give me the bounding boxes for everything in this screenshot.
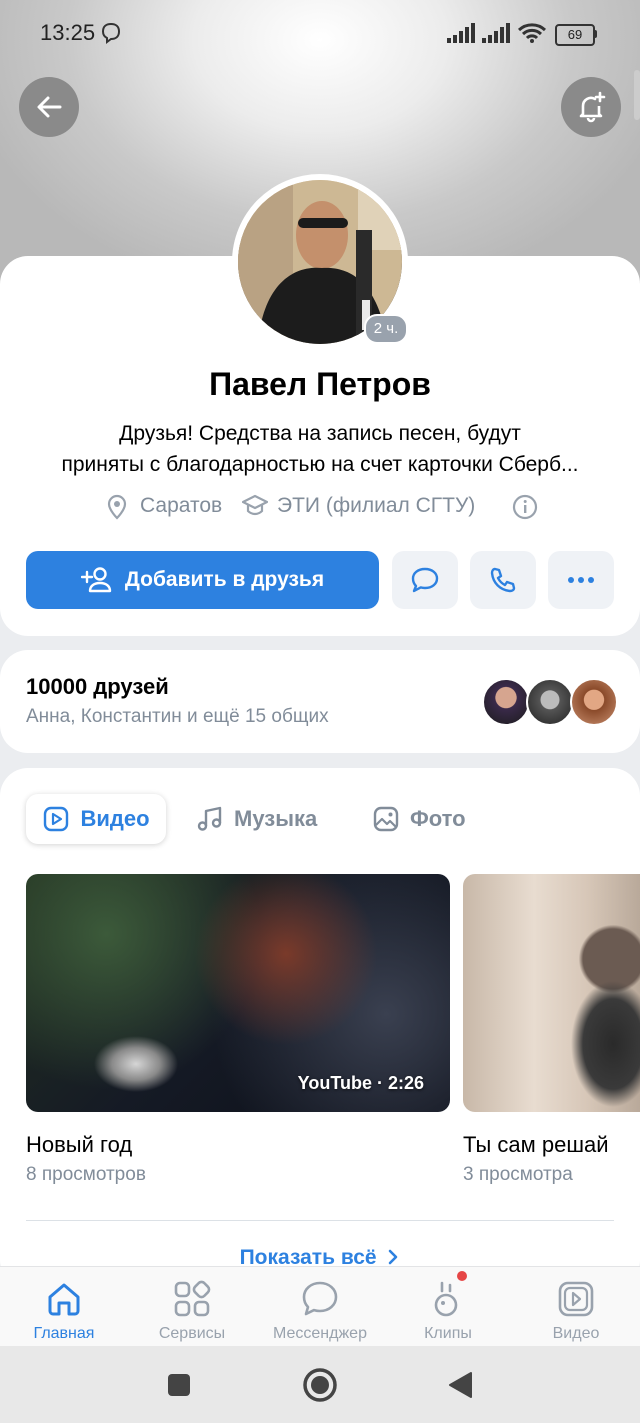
scrollbar[interactable] [634, 70, 640, 120]
nav-item-home[interactable]: Главная [0, 1267, 128, 1347]
message-button[interactable] [392, 551, 458, 609]
tab-video[interactable]: Видео [26, 794, 166, 844]
divider [26, 1220, 614, 1221]
friends-card[interactable]: 10000 друзей Анна, Константин и ещё 15 о… [0, 650, 640, 753]
more-button[interactable] [548, 551, 614, 609]
back-triangle-icon[interactable] [446, 1370, 474, 1400]
viber-icon [101, 22, 121, 44]
status-time: 13:25 [40, 20, 96, 45]
info-icon[interactable] [512, 494, 538, 520]
message-icon [411, 567, 439, 593]
photo-icon [373, 806, 399, 832]
clips-icon [434, 1281, 458, 1317]
video-views: 3 просмотра [463, 1164, 573, 1185]
common-friends: Анна, Константин и ещё 15 общих [26, 706, 329, 727]
nav-label: Мессенджер [273, 1325, 367, 1342]
tab-video-label: Видео [80, 806, 150, 831]
graduation-cap-icon [242, 494, 268, 516]
tab-music-label: Музыка [234, 806, 318, 831]
profile-info-row[interactable]: Саратов ЭТИ (филиал СГТУ) [0, 492, 640, 522]
tab-music[interactable]: Музыка [196, 794, 317, 844]
chevron-right-icon [389, 1249, 398, 1265]
add-user-icon [80, 567, 112, 593]
video-title[interactable]: Ты сам решай [463, 1132, 609, 1158]
friends-count: 10000 друзей [26, 674, 169, 699]
video-views: 8 просмотров [26, 1164, 146, 1185]
profile-status-line1: Друзья! Средства на запись песен, будут [119, 422, 521, 445]
bottom-navigation: Главная Сервисы Мессенджер Клипы Видео [0, 1266, 640, 1347]
video-source-duration: YouTube · 2:26 [297, 1073, 424, 1093]
video-nav-icon [558, 1281, 594, 1317]
video-icon [44, 806, 69, 832]
home-circle-icon[interactable] [302, 1367, 338, 1403]
battery-tip [594, 30, 597, 38]
profile-city: Саратов [140, 494, 223, 517]
wifi-icon [517, 23, 547, 43]
nav-item-messenger[interactable]: Мессенджер [256, 1267, 384, 1347]
subscribe-notifications-button[interactable] [561, 77, 621, 137]
nav-label: Главная [33, 1325, 95, 1342]
bell-plus-icon [579, 91, 606, 123]
back-button[interactable] [19, 77, 79, 137]
services-icon [174, 1280, 211, 1317]
nav-item-services[interactable]: Сервисы [128, 1267, 256, 1347]
friend-avatar [526, 678, 574, 726]
arrow-left-icon [37, 96, 62, 118]
signal-icon-2 [482, 23, 510, 43]
location-pin-icon [107, 494, 127, 520]
video-thumbnail[interactable]: YouTube · 2:26 [26, 874, 450, 1112]
profile-status[interactable]: Друзья! Средства на запись песен, будут … [20, 418, 620, 480]
music-icon [197, 806, 222, 831]
nav-item-video[interactable]: Видео [512, 1267, 640, 1347]
nav-item-clips[interactable]: Клипы [384, 1267, 512, 1347]
media-card: Видео Музыка Фото YouTube · 2:26 Новый г… [0, 768, 640, 1288]
home-icon [48, 1283, 80, 1316]
video-thumbnail[interactable] [463, 874, 640, 1112]
recent-apps-icon[interactable] [166, 1372, 192, 1398]
add-friend-button[interactable]: Добавить в друзья [26, 551, 379, 609]
call-button[interactable] [470, 551, 536, 609]
last-seen-badge: 2 ч. [364, 314, 408, 344]
profile-education: ЭТИ (филиал СГТУ) [277, 494, 476, 517]
signal-icon [447, 23, 475, 43]
more-horizontal-icon [568, 577, 594, 583]
tab-photo-label: Фото [410, 806, 466, 831]
system-navigation-bar [0, 1346, 640, 1423]
tab-photo[interactable]: Фото [372, 794, 466, 844]
nav-label: Сервисы [158, 1325, 226, 1342]
profile-name: Павел Петров [209, 366, 431, 402]
video-title[interactable]: Новый год [26, 1132, 132, 1158]
messenger-icon [302, 1281, 338, 1316]
profile-status-line2: приняты с благодарностью на счет карточк… [61, 453, 579, 476]
battery-icon: 69 [555, 24, 595, 46]
friend-avatar [570, 678, 618, 726]
add-friend-label: Добавить в друзья [124, 568, 325, 591]
status-bar: 13:25 69 [0, 0, 640, 70]
friend-avatar [482, 678, 530, 726]
nav-label: Клипы [424, 1325, 472, 1342]
phone-icon [490, 567, 516, 593]
nav-label: Видео [552, 1325, 600, 1342]
